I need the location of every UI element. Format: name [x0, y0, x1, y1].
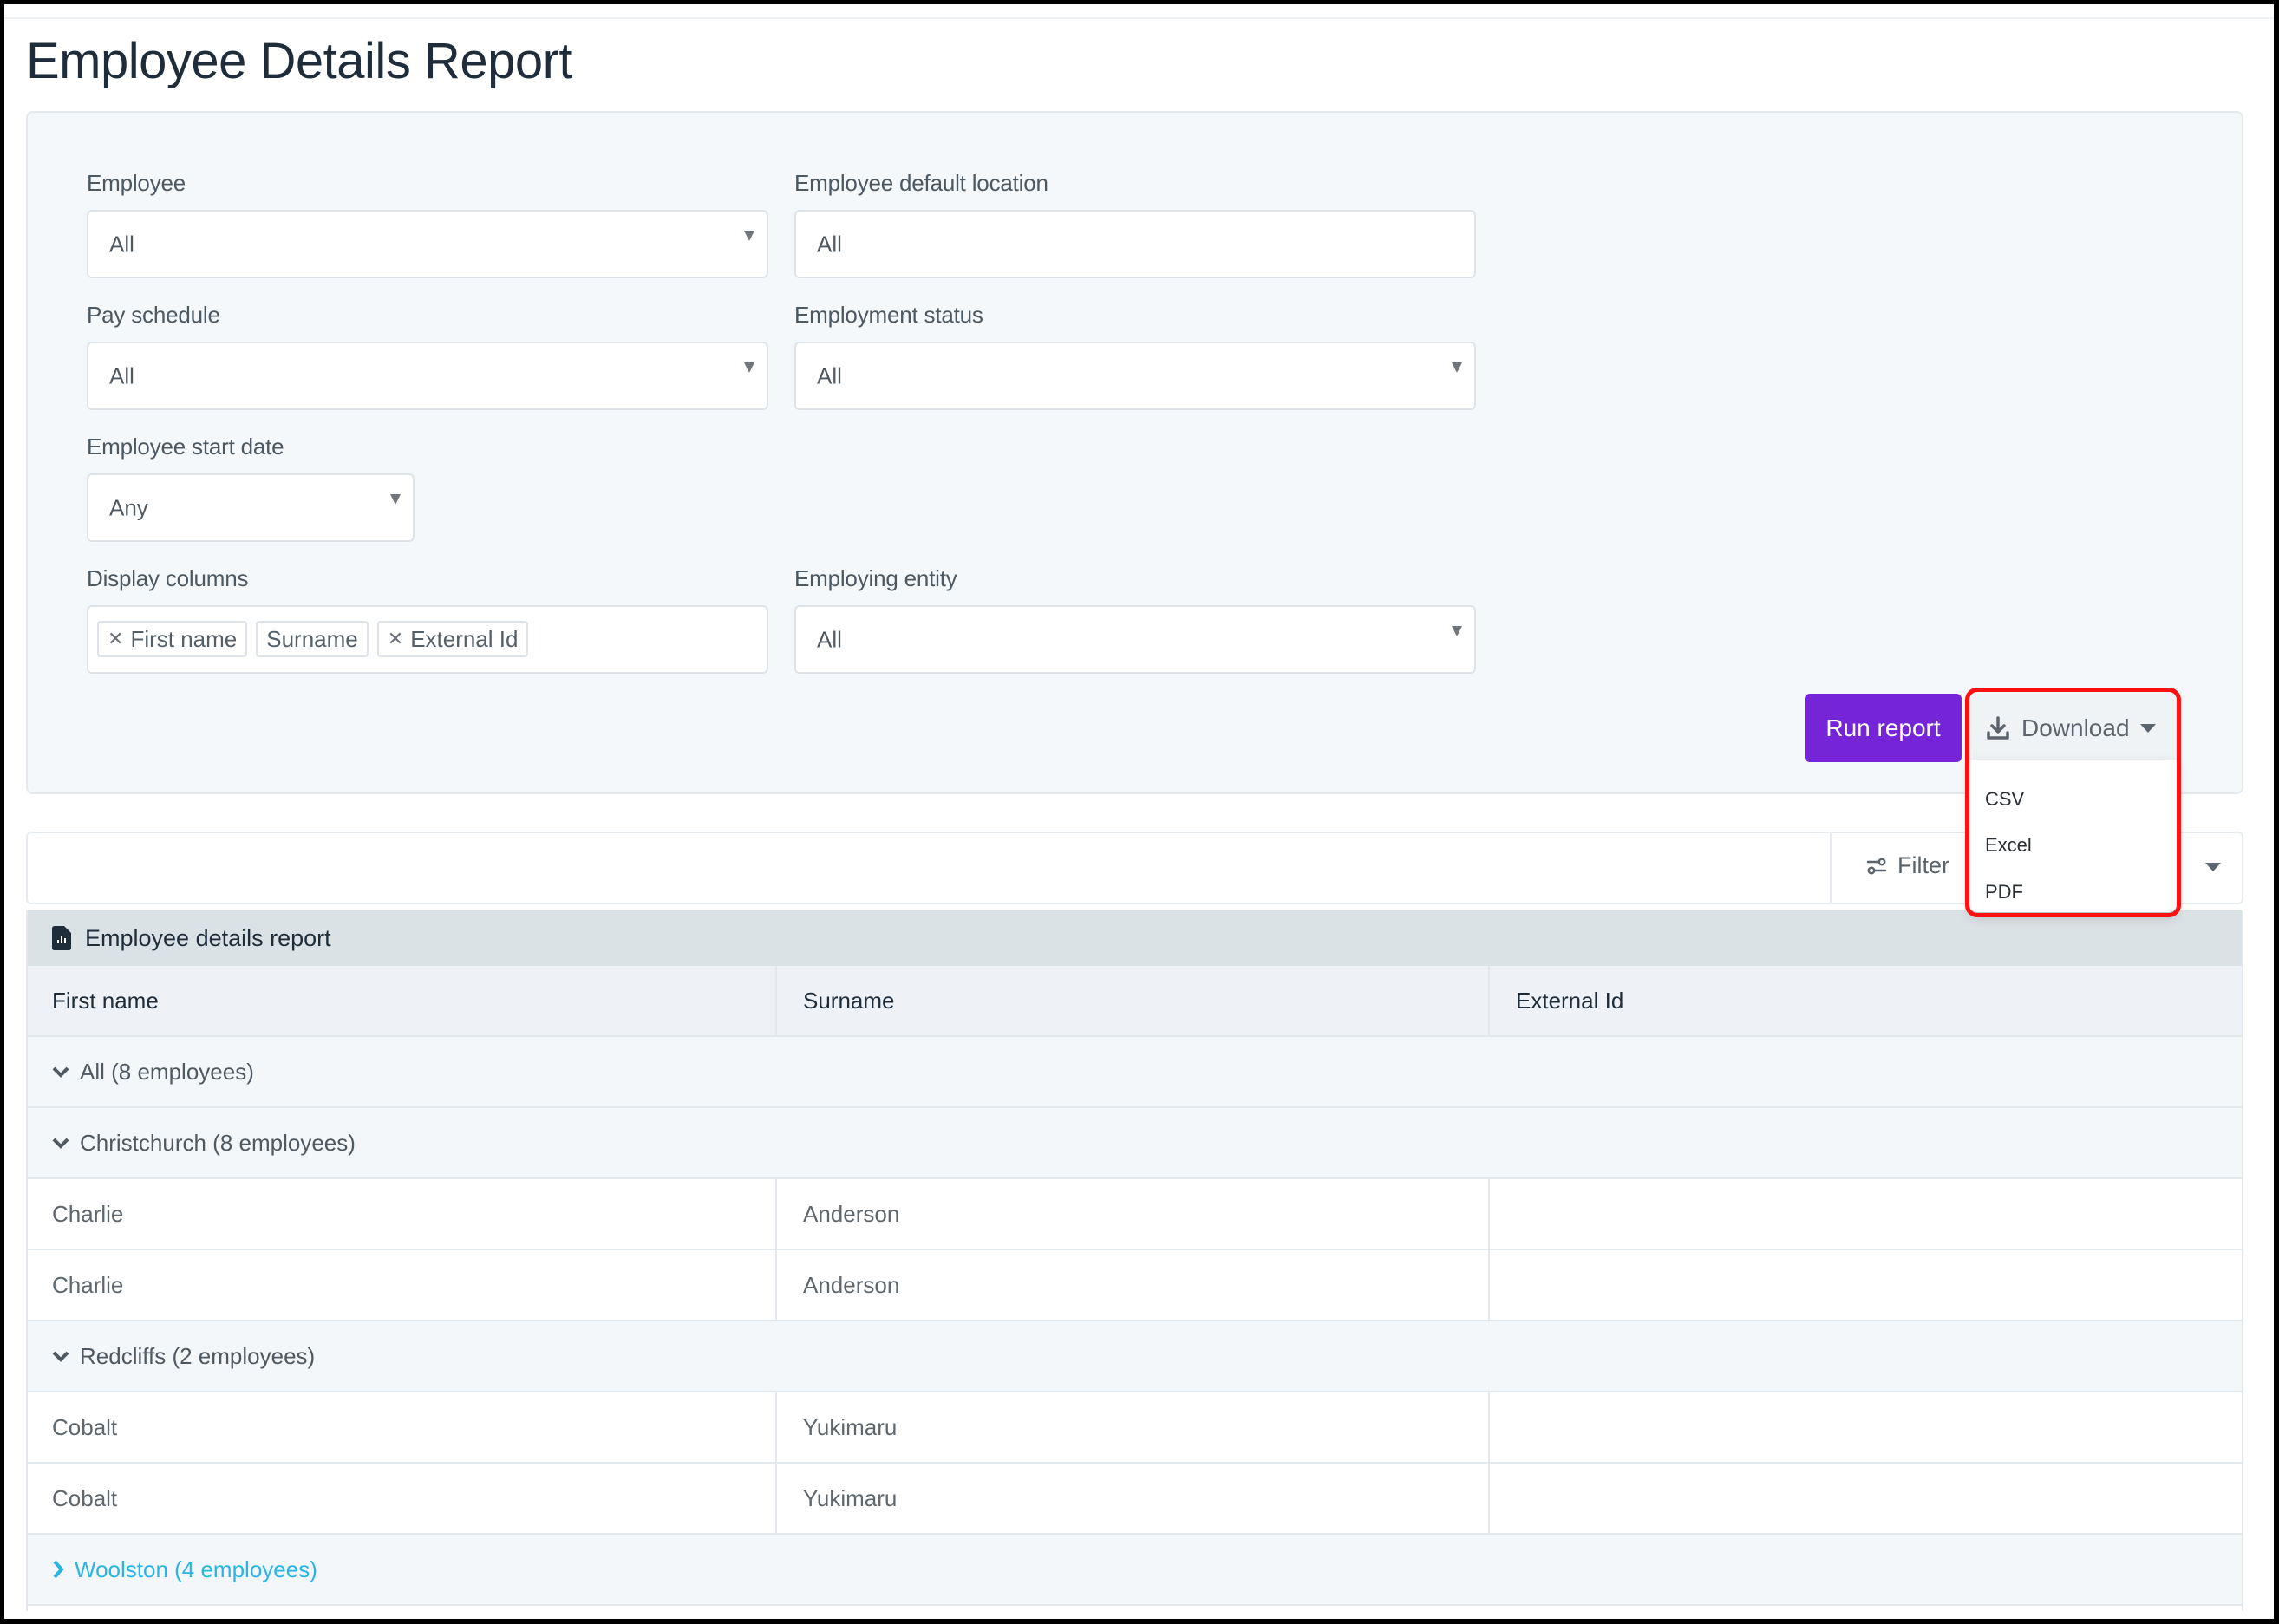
- pay-schedule-label: Pay schedule: [87, 302, 220, 328]
- filter-panel: Employee All Employee default location A…: [26, 111, 2243, 794]
- group-row-woolston[interactable]: Woolston (4 employees): [26, 1535, 2243, 1606]
- tag-label: External Id: [410, 625, 519, 652]
- table-row: Charlie Anderson: [26, 1179, 2243, 1250]
- download-menu: CSV Excel PDF: [1969, 760, 2177, 912]
- employing-entity-select[interactable]: All: [794, 605, 1476, 674]
- caret-down-icon[interactable]: [2205, 863, 2221, 871]
- employing-entity-label: Employing entity: [794, 565, 957, 591]
- cell-first-name: Cobalt: [26, 1392, 777, 1462]
- cell-first-name: Charlie: [26, 1250, 777, 1320]
- page-title: Employee Details Report: [26, 33, 573, 89]
- chevron-down-icon: [52, 1138, 69, 1149]
- cell-first-name: Cobalt: [26, 1464, 777, 1533]
- default-location-input[interactable]: All: [794, 210, 1476, 278]
- download-icon: [1987, 715, 2009, 740]
- cell-external-id: [1490, 1250, 2243, 1320]
- caret-down-icon: [744, 231, 754, 241]
- cell-surname: Yukimaru: [777, 1392, 1490, 1462]
- table-toolbar: Filter: [26, 832, 2243, 904]
- employment-status-select[interactable]: All: [794, 342, 1476, 410]
- remove-tag-icon[interactable]: ✕: [388, 628, 403, 650]
- caret-down-icon: [1452, 626, 1462, 636]
- cell-surname: Anderson: [777, 1250, 1490, 1320]
- group-label: Redcliffs (2 employees): [80, 1342, 316, 1369]
- chevron-down-icon: [52, 1066, 69, 1078]
- column-header-surname[interactable]: Surname: [777, 966, 1490, 1035]
- report-table: First name Surname External Id All (8 em…: [26, 966, 2243, 1606]
- cell-external-id: [1490, 1392, 2243, 1462]
- download-option-csv[interactable]: CSV: [1985, 788, 2024, 811]
- display-columns-multiselect[interactable]: ✕ First name Surname ✕ External Id: [87, 605, 768, 674]
- download-option-excel[interactable]: Excel: [1985, 834, 2032, 857]
- column-tag-surname: Surname: [256, 621, 369, 657]
- default-location-value: All: [817, 231, 842, 257]
- filter-sliders-icon: [1866, 858, 1887, 874]
- table-row: Charlie Anderson: [26, 1250, 2243, 1321]
- group-label: Christchurch (8 employees): [80, 1129, 356, 1156]
- caret-down-icon: [744, 362, 754, 373]
- page: Employee Details Report Employee All Emp…: [4, 4, 2274, 1619]
- employing-entity-value: All: [817, 626, 842, 652]
- table-row: Cobalt Yukimaru: [26, 1464, 2243, 1535]
- default-location-label: Employee default location: [794, 170, 1048, 196]
- filter-label: Filter: [1897, 852, 1949, 878]
- employee-select-value: All: [109, 231, 134, 257]
- caret-down-icon: [1452, 362, 1462, 373]
- run-report-button[interactable]: Run report: [1805, 694, 1962, 762]
- pay-schedule-select[interactable]: All: [87, 342, 768, 410]
- table-header-row: First name Surname External Id: [26, 966, 2243, 1037]
- start-date-value: Any: [109, 494, 148, 520]
- chevron-down-icon: [52, 1351, 69, 1362]
- report-document-icon: [52, 926, 71, 950]
- group-label[interactable]: Woolston (4 employees): [75, 1556, 317, 1583]
- remove-tag-icon[interactable]: ✕: [108, 628, 123, 650]
- cell-external-id: [1490, 1179, 2243, 1249]
- employee-label: Employee: [87, 170, 186, 196]
- download-label: Download: [2021, 714, 2130, 741]
- top-divider: [4, 17, 2274, 19]
- caret-down-icon: [390, 494, 401, 505]
- employee-select[interactable]: All: [87, 210, 768, 278]
- table-row: Cobalt Yukimaru: [26, 1392, 2243, 1464]
- chevron-right-icon: [53, 1560, 64, 1579]
- column-tag-external-id: ✕ External Id: [376, 621, 529, 657]
- pay-schedule-value: All: [109, 362, 134, 388]
- table-border: [26, 910, 28, 1611]
- cell-first-name: Charlie: [26, 1179, 777, 1249]
- start-date-label: Employee start date: [87, 434, 284, 460]
- report-title-bar: Employee details report: [26, 910, 2243, 966]
- column-tag-first-name: ✕ First name: [97, 621, 248, 657]
- report-title: Employee details report: [85, 924, 331, 951]
- download-option-pdf[interactable]: PDF: [1985, 881, 2023, 903]
- display-columns-label: Display columns: [87, 565, 249, 591]
- employment-status-label: Employment status: [794, 302, 983, 328]
- column-header-first-name[interactable]: First name: [26, 966, 777, 1035]
- caret-down-icon: [2139, 723, 2156, 733]
- download-button[interactable]: Download: [1971, 694, 2178, 762]
- table-border: [2242, 910, 2243, 1611]
- cell-surname: Anderson: [777, 1179, 1490, 1249]
- cell-external-id: [1490, 1464, 2243, 1533]
- column-header-external-id[interactable]: External Id: [1490, 966, 2243, 1035]
- start-date-select[interactable]: Any: [87, 473, 415, 542]
- group-row-christchurch[interactable]: Christchurch (8 employees): [26, 1108, 2243, 1179]
- employment-status-value: All: [817, 362, 842, 388]
- filter-button[interactable]: Filter: [1866, 852, 1949, 879]
- cell-surname: Yukimaru: [777, 1464, 1490, 1533]
- group-label: All (8 employees): [80, 1058, 254, 1085]
- group-row-redcliffs[interactable]: Redcliffs (2 employees): [26, 1321, 2243, 1392]
- group-row-all[interactable]: All (8 employees): [26, 1037, 2243, 1108]
- tag-label: First name: [130, 625, 238, 652]
- tag-label: Surname: [266, 625, 358, 652]
